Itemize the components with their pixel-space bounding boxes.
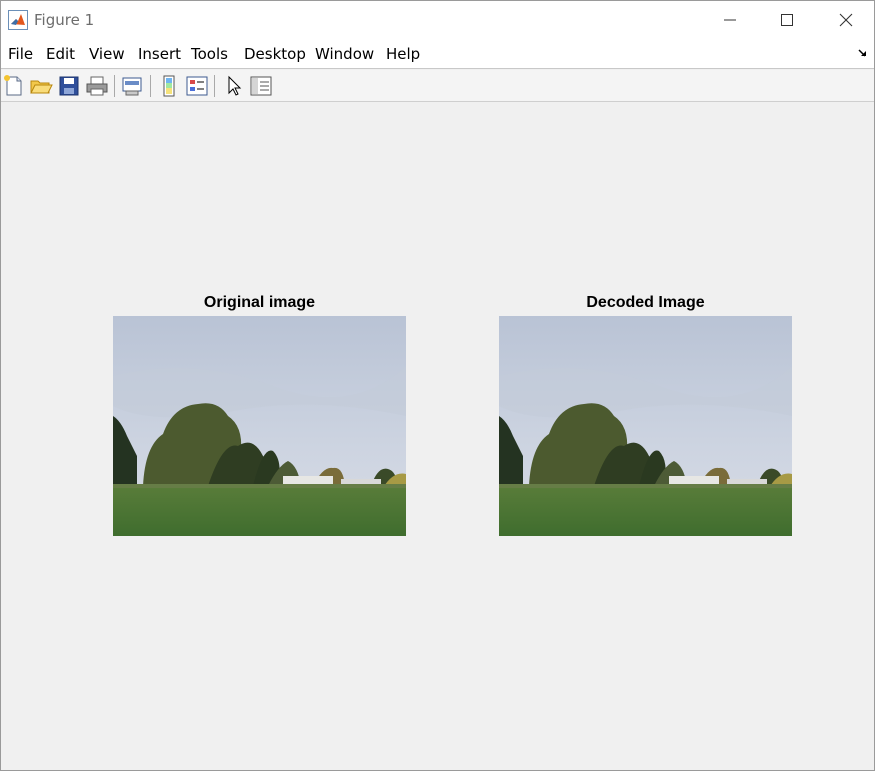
menu-edit[interactable]: Edit (46, 45, 75, 63)
insert-legend-icon[interactable] (185, 74, 209, 98)
save-icon[interactable] (57, 74, 81, 98)
figure-toolbar (1, 70, 874, 102)
figure-window: Figure 1 File Edit View Insert Tools Des… (0, 0, 875, 771)
new-figure-icon[interactable] (2, 74, 26, 98)
title-bar: Figure 1 (1, 1, 874, 39)
original-image (113, 316, 406, 536)
menu-help[interactable]: Help (386, 45, 420, 63)
axes-title-decoded: Decoded Image (586, 294, 705, 311)
toolbar-separator (150, 75, 151, 97)
dock-figure-icon[interactable] (858, 48, 868, 58)
insert-colorbar-icon[interactable] (157, 74, 181, 98)
window-title: Figure 1 (34, 11, 95, 29)
menu-tools[interactable]: Tools (191, 45, 228, 63)
toolbar-separator (214, 75, 215, 97)
menu-view[interactable]: View (89, 45, 125, 63)
maximize-button[interactable] (758, 1, 816, 39)
close-button[interactable] (817, 1, 874, 39)
close-icon (839, 13, 853, 27)
toolbar-separator (114, 75, 115, 97)
menu-window[interactable]: Window (315, 45, 374, 63)
axes-title-original: Original image (203, 294, 316, 311)
property-inspector-icon[interactable] (249, 74, 273, 98)
matlab-logo-icon (8, 10, 28, 30)
minimize-button[interactable] (701, 1, 759, 39)
decoded-image (499, 316, 792, 536)
link-plot-icon[interactable] (120, 74, 144, 98)
print-icon[interactable] (85, 74, 109, 98)
minimize-icon (724, 19, 736, 21)
menu-insert[interactable]: Insert (138, 45, 181, 63)
maximize-icon (781, 14, 793, 26)
menu-desktop[interactable]: Desktop (244, 45, 306, 63)
figure-canvas: Original image Decoded Image (1, 103, 874, 770)
edit-plot-arrow-icon[interactable] (222, 74, 246, 98)
menu-bar: File Edit View Insert Tools Desktop Wind… (1, 39, 874, 69)
open-file-icon[interactable] (29, 74, 53, 98)
menu-file[interactable]: File (8, 45, 33, 63)
